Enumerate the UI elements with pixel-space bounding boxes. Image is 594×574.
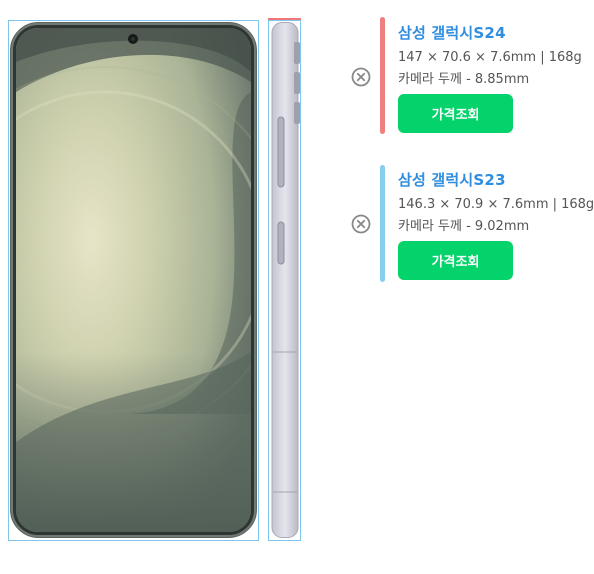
model-card-2: 삼성 갤럭시S23 146.3 × 70.9 × 7.6mm | 168g 카메… bbox=[380, 165, 594, 285]
phone-front-image bbox=[10, 22, 257, 538]
camera-thickness: 카메라 두께 - 8.85mm bbox=[398, 72, 530, 87]
model-name[interactable]: 삼성 갤럭시S24 bbox=[398, 22, 506, 43]
close-circle-icon bbox=[351, 214, 371, 234]
phone-size-comparison bbox=[0, 0, 310, 574]
camera-thickness: 카메라 두께 - 9.02mm bbox=[398, 219, 530, 234]
model-card-1: 삼성 갤럭시S24 147 × 70.6 × 7.6mm | 168g 카메라 … bbox=[380, 17, 594, 137]
model-dimensions: 146.3 × 70.9 × 7.6mm | 168g bbox=[398, 197, 594, 212]
phone-side-image bbox=[271, 22, 300, 538]
model-color-bar bbox=[380, 165, 385, 282]
close-circle-icon bbox=[351, 67, 371, 87]
remove-model-2-button[interactable] bbox=[351, 214, 371, 234]
model-name[interactable]: 삼성 갤럭시S23 bbox=[398, 169, 506, 190]
model-color-bar bbox=[380, 17, 385, 134]
remove-model-1-button[interactable] bbox=[351, 67, 371, 87]
price-check-button[interactable]: 가격조회 bbox=[398, 241, 513, 280]
price-check-button[interactable]: 가격조회 bbox=[398, 94, 513, 133]
model-dimensions: 147 × 70.6 × 7.6mm | 168g bbox=[398, 50, 582, 65]
